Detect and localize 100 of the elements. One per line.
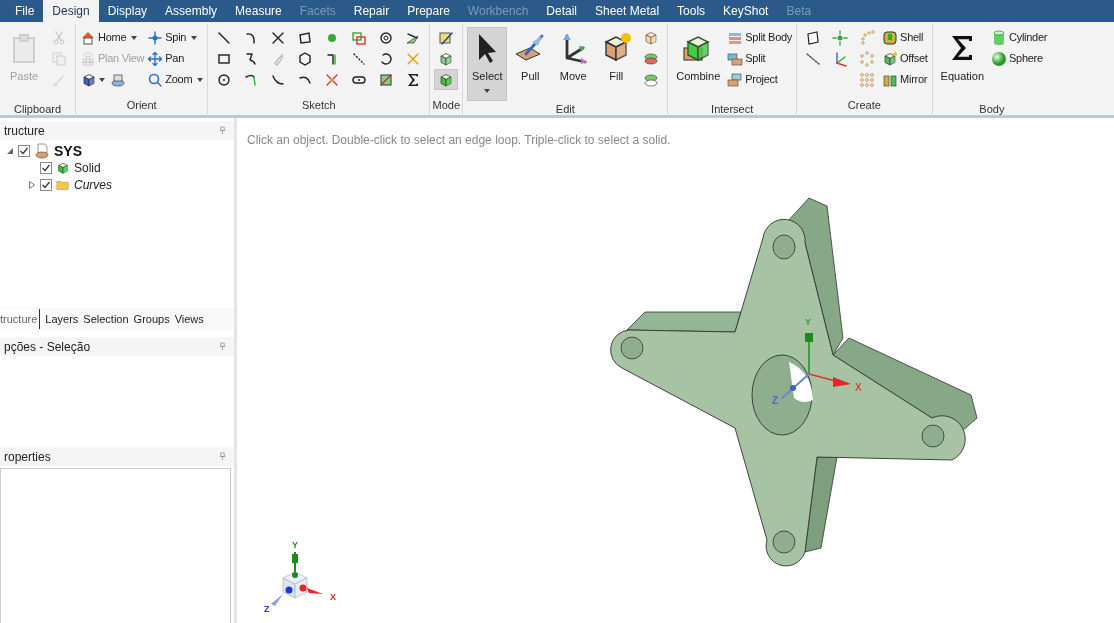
menu-tab[interactable]: Detail (537, 0, 586, 22)
layers-icon (110, 71, 126, 88)
tree-item[interactable]: Solid (74, 159, 101, 176)
assembly-icon (34, 142, 50, 159)
magnifier-icon (147, 71, 164, 88)
ribbon-button[interactable]: Home (80, 27, 138, 48)
caret-icon (191, 35, 198, 40)
ribbon-button[interactable]: Zoom (147, 69, 204, 90)
caret-icon (131, 35, 138, 40)
pin-icon[interactable] (219, 452, 226, 461)
group-label: Orient (125, 98, 158, 113)
ribbon-button[interactable]: Sphere (991, 48, 1043, 69)
panel-tab[interactable]: tructure (0, 309, 41, 329)
house-icon (80, 29, 96, 46)
squares-icon (351, 29, 368, 46)
caret-icon (99, 77, 105, 82)
menu-tab[interactable]: Measure (226, 0, 291, 22)
circle-icon (378, 29, 395, 46)
menu-tab[interactable]: Repair (344, 0, 399, 22)
pin-icon[interactable] (219, 342, 226, 351)
panel-title: tructure (4, 122, 45, 139)
axis-label: Y (292, 540, 298, 550)
checkbox[interactable] (40, 178, 52, 191)
ribbon-button[interactable]: Shell (882, 27, 924, 48)
ribbon-button[interactable]: Mirror (882, 69, 928, 90)
hint-text: Click an object. Double-click to select an edge loop. Triple-click to select a solid. (247, 132, 671, 148)
group-label: Clipboard (12, 102, 63, 117)
ribbon-button[interactable]: Move (553, 27, 594, 101)
copy-icon (51, 50, 67, 67)
axis-label: X (330, 592, 336, 602)
collapse-icon[interactable] (6, 146, 14, 155)
panel-tab[interactable]: Selection (83, 309, 129, 329)
group-label: Sketch (300, 98, 337, 113)
menu-tab[interactable]: KeyShot (714, 0, 778, 22)
ribbon-button[interactable]: Project (727, 69, 778, 90)
pencil-square-icon (378, 71, 395, 88)
menu-tab[interactable]: Sheet Metal (586, 0, 669, 22)
menu-tab[interactable]: Tools (668, 0, 715, 22)
group-label: Edit (554, 102, 576, 117)
expand-icon[interactable] (28, 180, 36, 189)
tree-item[interactable]: SYS (54, 140, 82, 161)
axis-label: Z (264, 604, 270, 614)
ribbon-button[interactable]: Offset (882, 48, 928, 69)
axis-label: Z (772, 395, 779, 406)
axis-label: X (855, 382, 862, 393)
checkbox[interactable] (18, 144, 30, 157)
grid-icon (80, 50, 96, 67)
menu-tab[interactable]: Prepare (398, 0, 459, 22)
dots-grid-icon (859, 71, 876, 88)
menu-tab[interactable]: Assembly (156, 0, 227, 22)
panel-tab[interactable]: Groups (133, 309, 170, 329)
panel-tab[interactable]: Layers (45, 309, 79, 329)
dots-arc-icon (859, 29, 876, 46)
checkbox[interactable] (40, 161, 52, 174)
rotate-arrows-icon (147, 29, 164, 46)
panel-title: roperties (4, 448, 51, 465)
group-label: Mode (431, 98, 462, 113)
ribbon-button[interactable]: Split Body (727, 27, 793, 48)
scissors-icon (51, 29, 67, 46)
pin-icon[interactable] (219, 126, 226, 135)
boxes-icon (727, 50, 744, 67)
cube-outline-icon (438, 50, 455, 67)
tree-item[interactable]: Curves (74, 176, 112, 193)
ribbon-button[interactable]: Pull (510, 27, 551, 101)
boxes-icon (727, 71, 744, 88)
ribbon-button[interactable]: Equation (936, 27, 989, 101)
group-label: Body (978, 102, 1006, 117)
ribbon-button[interactable]: Fill (596, 27, 637, 101)
plane-icon (805, 29, 822, 46)
sphere-icon (991, 50, 1008, 67)
shell-box-icon (882, 29, 899, 46)
point-icon (832, 29, 849, 46)
offset-box-icon (882, 50, 899, 67)
cube-icon (56, 160, 70, 175)
layers-icon (643, 50, 660, 67)
ribbon-button[interactable]: Split (727, 48, 766, 69)
ribbon-button[interactable]: Select (467, 27, 508, 101)
polygon-icon (297, 50, 314, 67)
axis-triad-drawing[interactable] (271, 551, 323, 606)
menu-tab[interactable]: File (6, 0, 44, 22)
caret-icon (484, 88, 491, 93)
axis-label: Y (805, 317, 811, 327)
group-label: Intersect (710, 102, 755, 117)
layers-icon (643, 71, 660, 88)
part-model-drawing[interactable] (610, 197, 978, 567)
ribbon-button[interactable]: Pan (147, 48, 184, 69)
ribbon-button[interactable]: Cylinder (991, 27, 1048, 48)
menu-tab[interactable]: Display (98, 0, 157, 22)
cube-icon (438, 71, 455, 88)
circle-icon (216, 71, 233, 88)
ribbon-button[interactable]: Combine (672, 27, 725, 101)
caret-icon (197, 77, 204, 82)
panel-title: pções - Seleção (4, 338, 91, 355)
panel-tab[interactable]: Views (174, 309, 204, 329)
group-label: Create (846, 98, 882, 113)
pencil-square-icon (438, 29, 455, 46)
axis-triad-drawing[interactable] (781, 333, 851, 399)
ribbon-button[interactable]: Spin (147, 27, 198, 48)
dots-circle-icon (859, 50, 876, 67)
menu-tab[interactable]: Design (43, 0, 99, 22)
